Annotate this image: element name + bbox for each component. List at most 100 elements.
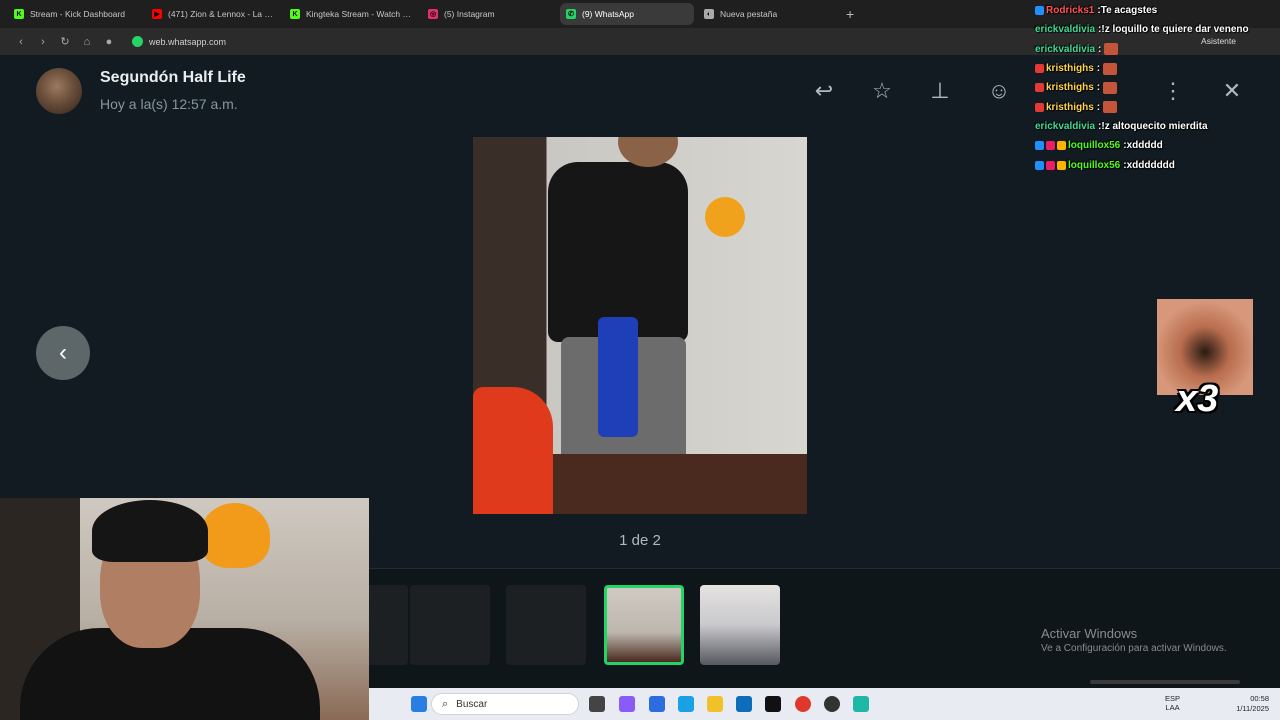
chat-badge-icon — [1035, 141, 1044, 151]
meme-overlay-text: x3 — [1176, 378, 1219, 420]
tab-favicon-icon: ✆ — [566, 9, 576, 19]
tab-title: Kingteka Stream - Watch Live — [306, 9, 412, 19]
chat-username: erickvaldivia — [1035, 24, 1096, 36]
media-image — [473, 137, 807, 514]
chat-emote-icon — [1103, 62, 1118, 75]
start-icon[interactable] — [411, 696, 427, 712]
chat-badge-icon — [1046, 160, 1055, 170]
activate-windows-subtitle: Ve a Configuración para activar Windows. — [1041, 643, 1227, 654]
home-icon[interactable]: ⌂ — [76, 36, 98, 48]
browser-tab[interactable]: K Stream - Kick Dashboard — [8, 3, 142, 25]
app-icon[interactable] — [853, 696, 869, 712]
tab-favicon-icon: ◎ — [428, 9, 438, 19]
chat-message: kristhighs: — [1035, 78, 1280, 97]
taskbar-search[interactable]: ⌕ Buscar — [431, 693, 579, 715]
tab-favicon-icon: ◐ — [704, 9, 714, 19]
chat-badge-icon — [1057, 160, 1066, 170]
chat-badge-icon — [1035, 102, 1044, 112]
new-tab-button[interactable]: + — [846, 6, 854, 22]
media-thumbnail[interactable] — [410, 585, 490, 665]
outlook-icon[interactable] — [736, 696, 752, 712]
browser-tab[interactable]: ✆ (9) WhatsApp — [560, 3, 694, 25]
chat-emote-icon — [1103, 101, 1118, 114]
browser-tab[interactable]: ◐ Nueva pestaña — [698, 3, 832, 25]
pin-icon[interactable]: ⊥ — [927, 78, 953, 104]
tab-title: (471) Zion & Lennox - La Playa — [168, 9, 274, 19]
chat-message: loquillox56: xddddddd — [1035, 155, 1280, 174]
horizontal-scrollbar[interactable] — [1090, 680, 1240, 684]
message-timestamp: Hoy a la(s) 12:57 a.m. — [100, 96, 238, 112]
chat-badge-icon — [1057, 141, 1066, 151]
tab-favicon-icon: K — [14, 9, 24, 19]
back-icon[interactable]: ‹ — [10, 36, 32, 48]
chat-badge-icon — [1035, 160, 1044, 170]
mic-icon[interactable]: ● — [98, 36, 120, 48]
tab-title: (5) Instagram — [444, 9, 495, 19]
emoji-icon[interactable]: ☺ — [986, 78, 1012, 104]
chat-text: !z altoquecito mierdita — [1101, 120, 1208, 132]
activate-windows-title: Activar Windows — [1041, 626, 1138, 641]
site-whatsapp-icon — [132, 36, 143, 47]
language-indicator[interactable]: ESP LAA — [1165, 694, 1180, 712]
stream-chat-overlay: Rodricks1: Te acagstes erickvaldivia: !z … — [1035, 1, 1280, 175]
url-text[interactable]: web.whatsapp.com — [149, 37, 226, 47]
reply-icon[interactable]: ↩ — [811, 78, 837, 104]
chat-badge-icon — [1035, 6, 1044, 16]
chat-username: loquillox56 — [1068, 159, 1121, 171]
obs-icon[interactable] — [824, 696, 840, 712]
windows-taskbar: ⌕ Buscar ESP LAA 00:58 1/11/2025 — [369, 688, 1280, 720]
chat-badge-icon — [1035, 64, 1044, 74]
browser-tab[interactable]: ▶ (471) Zion & Lennox - La Playa — [146, 3, 280, 25]
store-icon[interactable] — [649, 696, 665, 712]
clock[interactable]: 00:58 1/11/2025 — [1219, 694, 1269, 714]
sender-name: Segundón Half Life — [100, 69, 246, 86]
media-thumbnail-selected[interactable] — [604, 585, 684, 665]
chat-emote-icon — [1103, 81, 1118, 94]
chat-message: kristhighs: — [1035, 59, 1280, 78]
chat-username: loquillox56 — [1068, 140, 1121, 152]
chat-badge-icon — [1046, 141, 1055, 151]
chat-username: kristhighs — [1046, 82, 1094, 94]
webcam-overlay — [0, 498, 369, 720]
browser-tab[interactable]: K Kingteka Stream - Watch Live — [284, 3, 418, 25]
sender-avatar[interactable] — [36, 68, 82, 114]
media-thumbnail[interactable] — [700, 585, 780, 665]
chat-emote-icon — [1104, 43, 1119, 56]
media-thumbnail[interactable] — [506, 585, 586, 665]
chat-message: erickvaldivia: !z altoquecito mierdita — [1035, 120, 1208, 132]
chat-text: Te acagstes — [1100, 5, 1158, 17]
chat-message: erickvaldivia: — [1035, 40, 1280, 59]
previous-media-button[interactable]: ‹ — [36, 326, 90, 380]
chrome-icon[interactable] — [795, 696, 811, 712]
chat-message: Rodricks1: Te acagstes — [1035, 1, 1280, 20]
task-view-icon[interactable] — [589, 696, 605, 712]
tiktok-icon[interactable] — [765, 696, 781, 712]
file-explorer-icon[interactable] — [707, 696, 723, 712]
chat-username: erickvaldivia — [1035, 120, 1096, 132]
edge-icon[interactable] — [678, 696, 694, 712]
chat-message: erickvaldivia: !z loquillo te quiere dar… — [1035, 24, 1249, 36]
chat-text: xddddddd — [1126, 159, 1175, 171]
chat-username: kristhighs — [1046, 63, 1094, 75]
tab-favicon-icon: ▶ — [152, 9, 162, 19]
copilot-icon[interactable] — [619, 696, 635, 712]
tab-title: Nueva pestaña — [720, 9, 778, 19]
chat-badge-icon — [1035, 83, 1044, 93]
chat-message: loquillox56: xddddd — [1035, 136, 1280, 155]
chat-username: kristhighs — [1046, 101, 1094, 113]
forward-icon[interactable]: › — [32, 36, 54, 48]
chat-username: Rodricks1 — [1046, 5, 1095, 17]
chat-username: erickvaldivia — [1035, 43, 1096, 55]
media-counter: 1 de 2 — [619, 532, 661, 549]
reload-icon[interactable]: ↻ — [54, 35, 76, 48]
chat-message: kristhighs: — [1035, 97, 1280, 116]
star-icon[interactable]: ☆ — [869, 78, 895, 104]
chat-text: xddddd — [1126, 140, 1163, 152]
search-placeholder: Buscar — [456, 698, 488, 710]
screen: K Stream - Kick Dashboard ▶ (471) Zion & Le… — [0, 0, 1280, 720]
browser-tab[interactable]: ◎ (5) Instagram — [422, 3, 556, 25]
tab-title: Stream - Kick Dashboard — [30, 9, 125, 19]
chat-text: !z loquillo te quiere dar veneno — [1101, 24, 1249, 36]
media-thumbnail-strip — [328, 568, 1280, 688]
search-icon: ⌕ — [442, 697, 449, 710]
